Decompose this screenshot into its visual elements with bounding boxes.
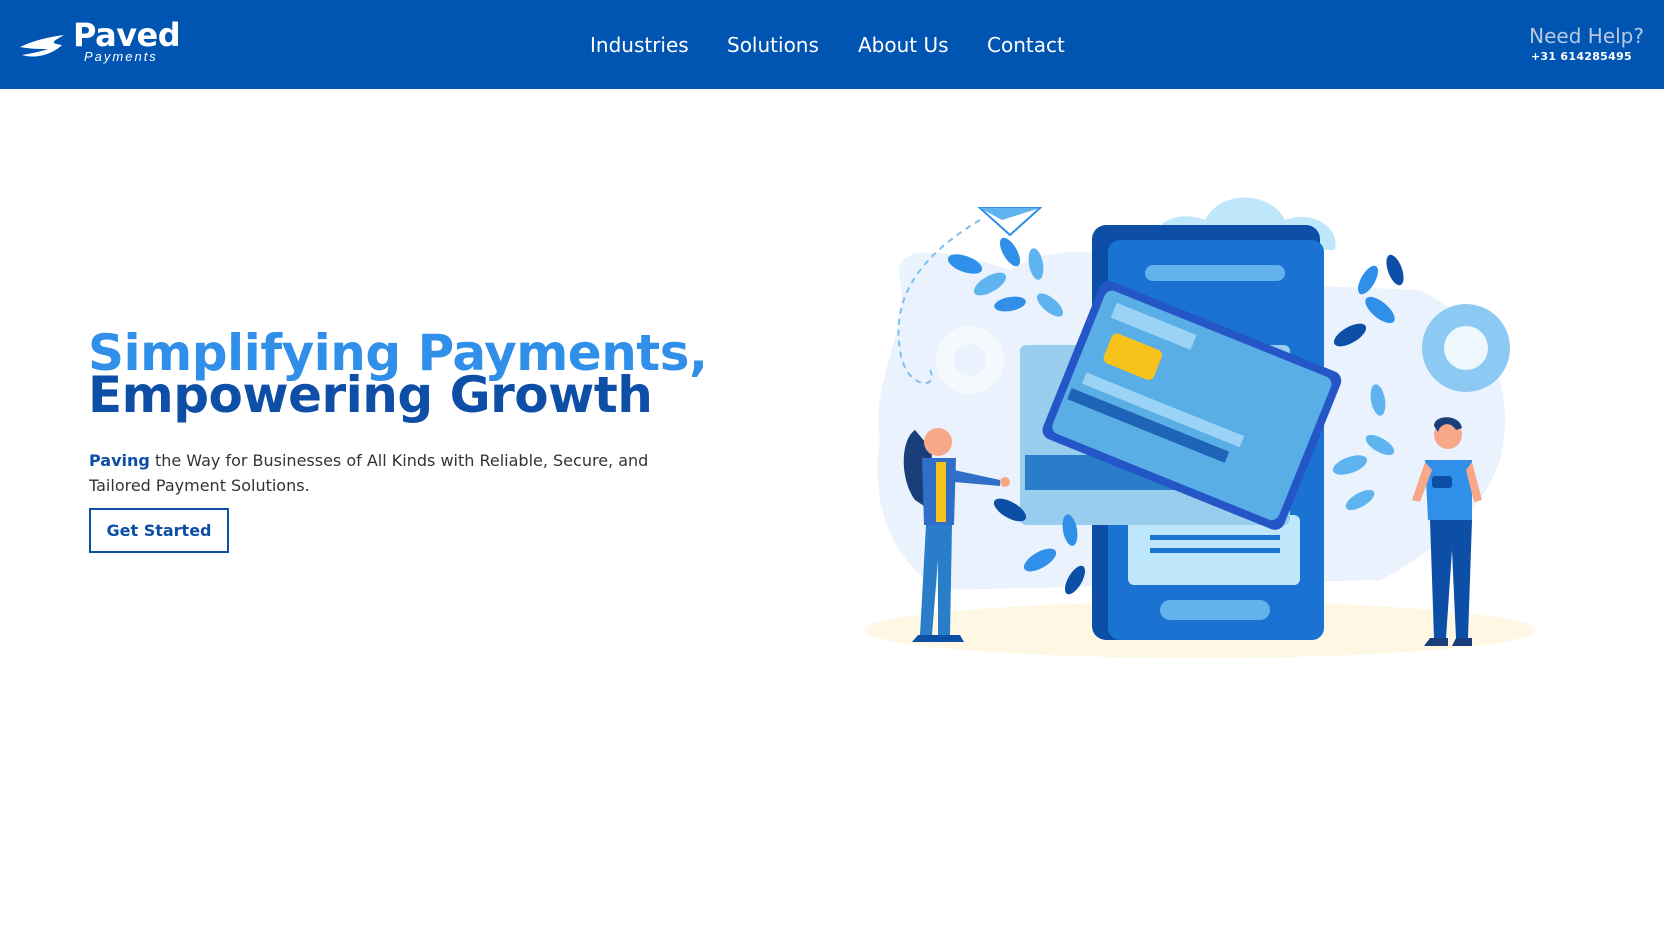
logo-tagline: Payments — [84, 49, 158, 64]
hero-description-text: the Way for Businesses of All Kinds with… — [89, 451, 649, 495]
help-phone-link[interactable]: +31 614285495 — [1529, 50, 1632, 64]
hero-title: Simplifying Payments, Empowering Growth — [88, 328, 708, 424]
get-started-button[interactable]: Get Started — [89, 508, 229, 553]
page: Paved Payments Industries Solutions Abou… — [0, 0, 1664, 933]
help-title: Need Help? — [1529, 24, 1644, 48]
logo-text: Paved — [73, 16, 181, 54]
site-header: Paved Payments Industries Solutions Abou… — [0, 0, 1664, 89]
nav-item-solutions[interactable]: Solutions — [727, 32, 819, 58]
nav-item-industries[interactable]: Industries — [590, 32, 689, 58]
logo-swoosh-icon — [20, 35, 64, 57]
hero-illustration — [865, 197, 1535, 658]
gear-icon-right — [1422, 304, 1510, 392]
paper-plane-icon — [977, 207, 1043, 237]
hero-description-highlight: Paving — [89, 451, 150, 470]
help-contact: Need Help? +31 614285495 — [1529, 24, 1644, 64]
hero-title-line2: Empowering Growth — [88, 366, 653, 424]
nav-item-contact[interactable]: Contact — [987, 32, 1065, 58]
nav-item-about-us[interactable]: About Us — [858, 32, 949, 58]
hero-description: Paving the Way for Businesses of All Kin… — [89, 448, 709, 498]
gear-icon-left — [936, 326, 1004, 394]
logo[interactable]: Paved Payments — [18, 17, 188, 67]
